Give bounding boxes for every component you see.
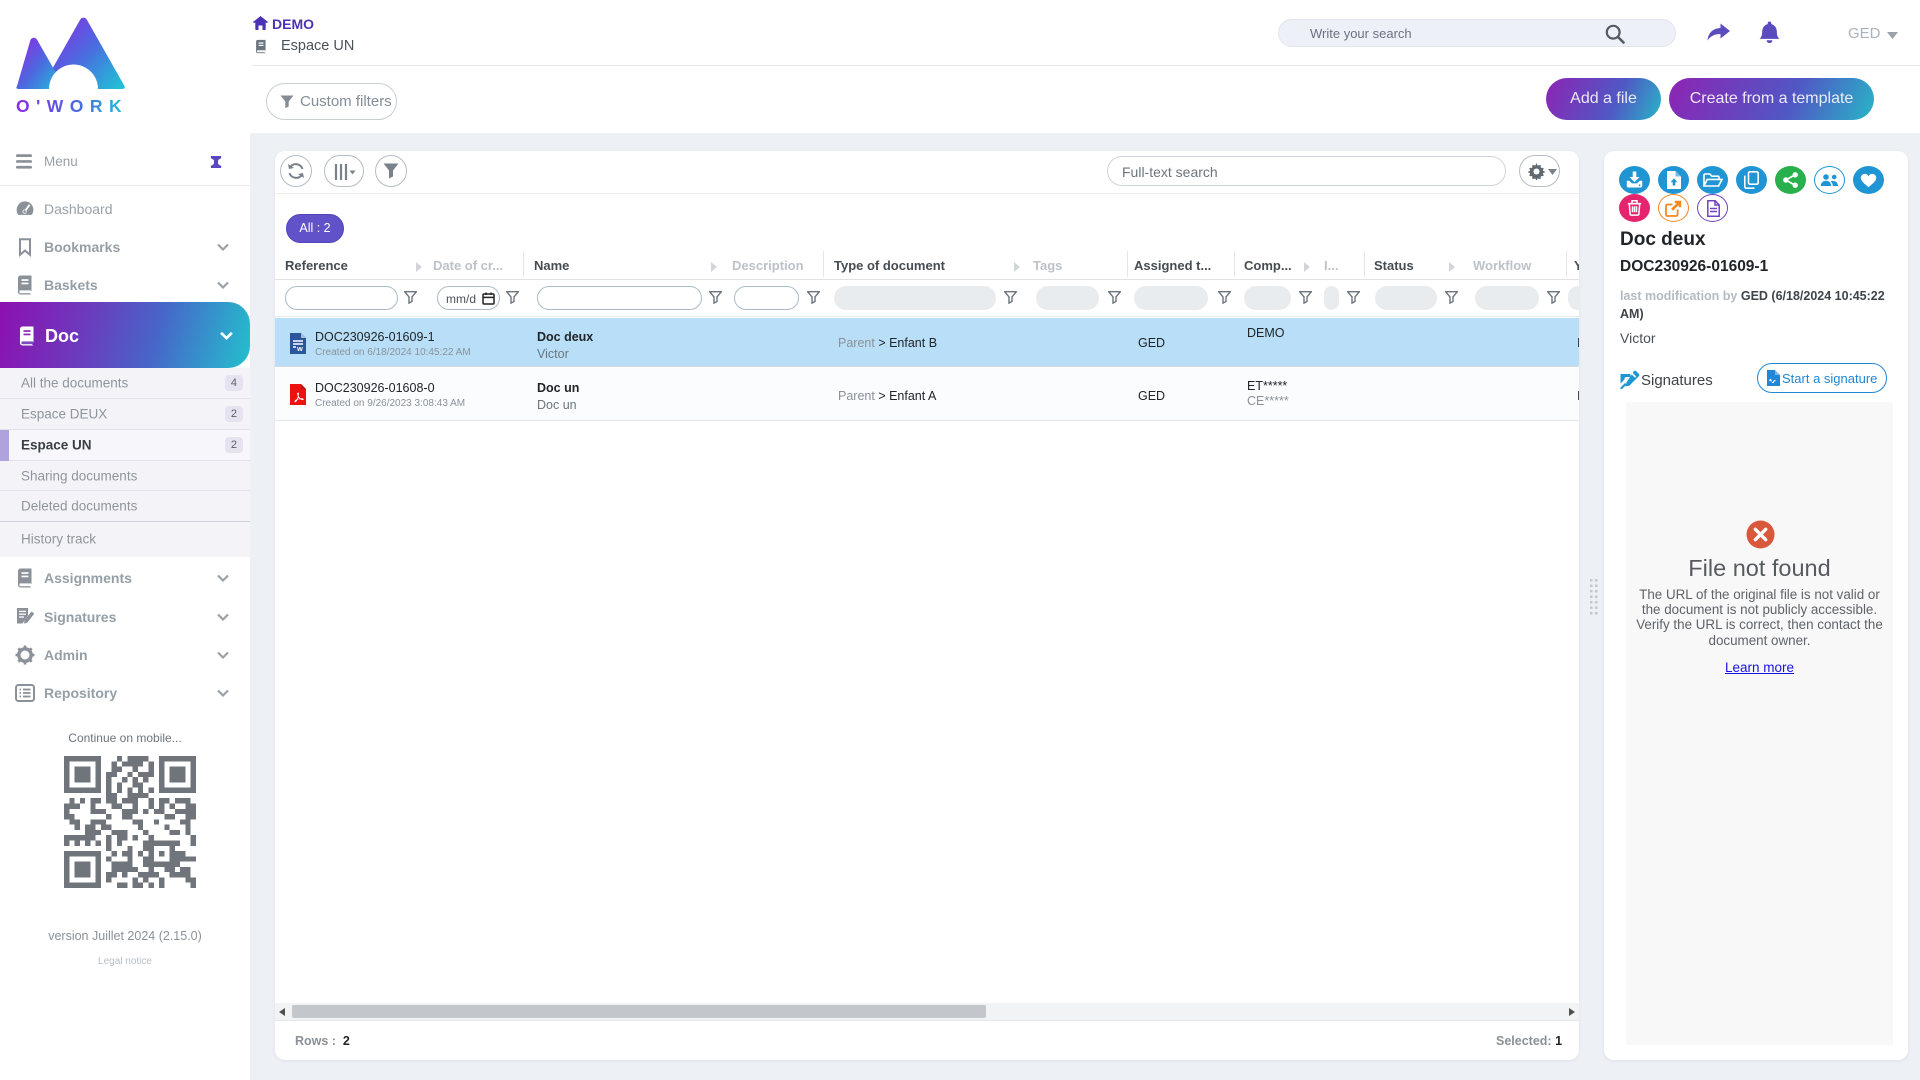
- svg-text:O'WORK: O'WORK: [16, 96, 128, 116]
- svg-text:w: w: [296, 344, 303, 353]
